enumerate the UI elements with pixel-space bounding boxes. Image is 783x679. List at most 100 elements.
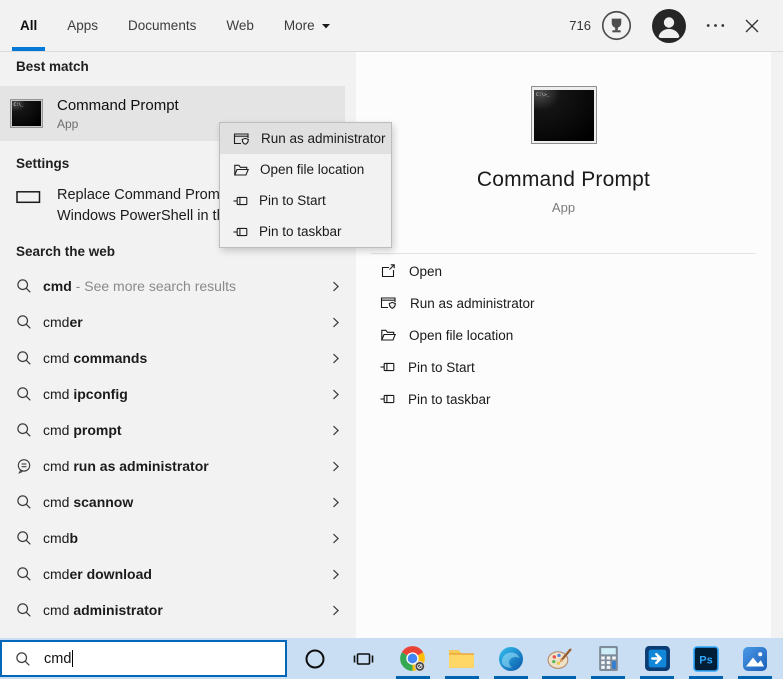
suggestion-text: cmder download [43,566,329,582]
arrow-app-icon [644,645,671,672]
search-the-web-label: Search the web [16,244,115,259]
suggestion-cmd-run-as-administrator[interactable]: cmd run as administrator [0,448,356,484]
taskbar-calculator-button[interactable] [587,638,629,679]
command-prompt-icon: C:\_ [10,99,43,128]
taskbar-photos-button[interactable] [734,638,776,679]
context-menu-item-open-file-location[interactable]: Open file location [220,154,391,185]
search-icon [16,602,32,618]
context-menu-item-run-as-administrator[interactable]: Run as administrator [220,123,391,154]
chevron-down-icon [321,21,331,31]
suggestion-text: cmd ipconfig [43,386,329,402]
taskbar-cortana-button[interactable] [294,638,336,679]
taskbar-search-box[interactable]: cmd [0,640,287,677]
preview-actions-list: OpenRun as administratorOpen file locati… [356,255,771,415]
run-as-admin-icon [380,295,397,311]
rewards-medal-icon[interactable] [601,10,632,41]
web-suggestions-list: cmd - See more search results cmder cmd co… [0,268,356,628]
chevron-right-icon[interactable] [329,568,342,581]
suggestion-text: cmd administrator [43,602,329,618]
file-explorer-icon [448,646,475,671]
context-menu-item-pin-to-taskbar[interactable]: Pin to taskbar [220,216,391,247]
suggestion-text: cmd commands [43,350,329,366]
suggestion-text: cmd - See more search results [43,278,329,294]
taskbar-task-view-button[interactable] [343,638,385,679]
tab-all[interactable]: All [20,0,37,51]
chevron-right-icon[interactable] [329,604,342,617]
chevron-right-icon[interactable] [329,532,342,545]
task-view-icon [352,648,375,670]
taskbar-file-explorer-button[interactable] [441,638,483,679]
svg-text:C:\_: C:\_ [14,102,25,107]
preview-action-pin-to-start[interactable]: Pin to Start [356,351,771,383]
chevron-right-icon[interactable] [329,316,342,329]
svg-text:C:\>_: C:\>_ [536,92,550,98]
chevron-right-icon[interactable] [329,496,342,509]
edge-icon [498,646,524,672]
suggestion-text: cmd run as administrator [43,458,329,474]
suggestion-cmd[interactable]: cmd - See more search results [0,268,356,304]
suggestion-cmdb[interactable]: cmdb [0,520,356,556]
tab-documents[interactable]: Documents [128,0,196,51]
header-right-controls: 716 [569,9,783,43]
preview-action-pin-to-taskbar[interactable]: Pin to taskbar [356,383,771,415]
console-window-icon [16,189,41,205]
taskbar-paint-button[interactable] [538,638,580,679]
taskbar-arrow-app-button[interactable] [636,638,678,679]
search-filter-header: All Apps Documents Web More 716 [0,0,783,52]
suggestion-text: cmd prompt [43,422,329,438]
calculator-icon [597,645,620,672]
photoshop-icon: Ps [693,646,719,672]
chevron-right-icon[interactable] [329,460,342,473]
search-icon [16,494,32,510]
command-prompt-large-icon: C:\>_ [531,86,597,144]
suggestion-cmd-commands[interactable]: cmd commands [0,340,356,376]
taskbar-edge-button[interactable] [490,638,532,679]
preview-title: Command Prompt [356,168,771,192]
settings-result-line2: Windows PowerShell in the [57,206,233,227]
chevron-right-icon[interactable] [329,388,342,401]
preview-action-open[interactable]: Open [356,255,771,287]
user-avatar[interactable] [652,9,686,43]
suggestion-cmd-scannow[interactable]: cmd scannow [0,484,356,520]
preview-action-run-as-administrator[interactable]: Run as administrator [356,287,771,319]
best-match-title: Command Prompt [57,97,179,114]
settings-result-line1: Replace Command Prompt [57,185,233,206]
best-match-text: Command Prompt App [57,97,179,131]
chevron-right-icon[interactable] [329,280,342,293]
svg-text:Ps: Ps [699,654,712,666]
more-options-icon[interactable] [706,23,725,28]
chevron-right-icon[interactable] [329,424,342,437]
settings-label: Settings [16,156,69,171]
context-menu: Run as administratorOpen file locationPi… [219,122,392,248]
search-icon [16,530,32,546]
suggestion-cmd-prompt[interactable]: cmd prompt [0,412,356,448]
settings-result-text: Replace Command Prompt Windows PowerShel… [57,185,233,227]
run-as-admin-icon [233,131,250,147]
photos-icon [742,646,768,672]
suggestion-text: cmdb [43,530,329,546]
preview-subtitle: App [356,200,771,215]
best-match-label: Best match [16,59,89,74]
suggestion-cmd-ipconfig[interactable]: cmd ipconfig [0,376,356,412]
chevron-right-icon[interactable] [329,352,342,365]
taskbar-chrome-button[interactable] [392,638,434,679]
close-icon[interactable] [745,19,759,33]
text-cursor [72,650,73,667]
tab-web[interactable]: Web [226,0,254,51]
suggestion-cmder-download[interactable]: cmder download [0,556,356,592]
preview-action-open-file-location[interactable]: Open file location [356,319,771,351]
search-icon [15,651,31,667]
tab-more[interactable]: More [284,0,331,51]
windows-search-flyout: All Apps Documents Web More 716 Best match C… [0,0,783,679]
search-icon [16,350,32,366]
search-icon [16,278,32,294]
filter-tabs: All Apps Documents Web More [20,0,331,51]
folder-open-icon [380,327,396,343]
open-external-icon [380,263,396,279]
search-icon [16,386,32,402]
suggestion-cmd-administrator[interactable]: cmd administrator [0,592,356,628]
tab-apps[interactable]: Apps [67,0,98,51]
suggestion-cmder[interactable]: cmder [0,304,356,340]
taskbar-photoshop-button[interactable]: Ps [685,638,727,679]
context-menu-item-pin-to-start[interactable]: Pin to Start [220,185,391,216]
